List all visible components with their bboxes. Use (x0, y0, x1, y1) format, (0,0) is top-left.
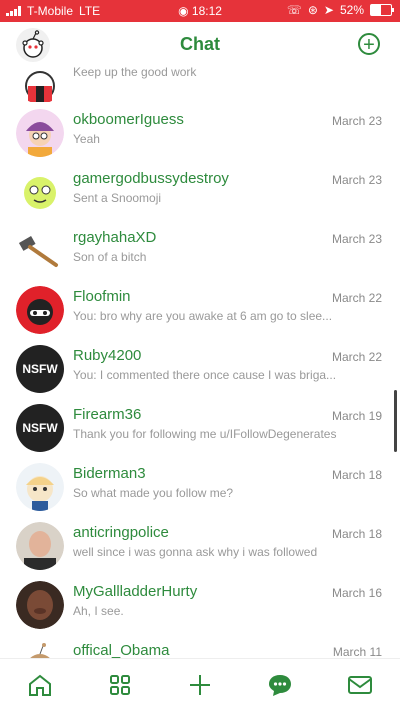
chat-row[interactable]: anticringpolice March 18 well since i wa… (0, 518, 400, 576)
chat-date: March 23 (331, 173, 382, 187)
chat-preview: Ah, I see. (73, 604, 124, 618)
chat-row[interactable]: Biderman3 March 18 So what made you foll… (0, 459, 400, 517)
avatar (16, 581, 64, 629)
scrollbar[interactable] (394, 390, 397, 452)
new-chat-button[interactable]: + (358, 33, 380, 55)
chat-username: okboomerIguess (73, 111, 184, 128)
battery-icon (370, 4, 394, 16)
avatar (16, 109, 64, 157)
nsfw-avatar: NSFW (16, 404, 64, 452)
chat-preview: You: I commented there once cause I was … (73, 368, 337, 382)
avatar (16, 168, 64, 216)
chat-date: March 16 (331, 586, 382, 600)
hammer-icon (16, 227, 64, 275)
create-icon[interactable] (186, 673, 214, 697)
chat-date: March 23 (331, 232, 382, 246)
chat-date: March 22 (331, 350, 382, 364)
chat-preview: So what made you follow me? (73, 486, 234, 500)
chat-username: Ruby4200 (73, 347, 142, 364)
chat-date: March 22 (331, 291, 382, 305)
chat-date: March 11 (332, 645, 382, 658)
chat-preview: well since i was gonna ask why i was fol… (73, 545, 318, 559)
chat-username: MyGallladderHurty (73, 583, 198, 600)
lock-rotation-icon: ⊛ (307, 3, 318, 17)
chat-preview: Keep up the good work (73, 65, 197, 79)
status-time: 18:12 (191, 4, 222, 18)
location-icon: ➤ (323, 3, 334, 17)
chat-row[interactable]: okboomerIguess March 23 Yeah (0, 105, 400, 163)
chat-preview: Thank you for following me u/IFollowDege… (73, 427, 337, 441)
chat-preview: Sent a Snoomoji (73, 191, 162, 205)
chat-date: March 18 (331, 527, 382, 541)
chat-row[interactable]: rgayhahaXD March 23 Son of a bitch (0, 223, 400, 281)
chat-username: rgayhahaXD (73, 229, 157, 246)
battery-percent: 52% (339, 3, 364, 17)
chat-preview: You: bro why are you awake at 6 am go to… (73, 309, 333, 323)
communities-icon[interactable] (106, 673, 134, 697)
chat-preview: Son of a bitch (73, 250, 147, 264)
chat-list: Keep up the good work okboomerIguess Mar… (0, 60, 400, 658)
call-icon: ☏ (286, 3, 302, 17)
chat-date: March 19 (331, 409, 382, 423)
chat-icon[interactable] (266, 673, 294, 697)
chat-username: Floofmin (73, 288, 131, 305)
page-title: Chat (180, 34, 220, 54)
status-bar: T-Mobile LTE ◉ 18:12 ☏ ⊛ ➤ 52% (0, 0, 400, 22)
chat-row[interactable]: offical_Obama March 11 (0, 636, 400, 658)
chat-username: offical_Obama (73, 642, 170, 658)
chat-row[interactable]: Keep up the good work (0, 60, 400, 110)
avatar (16, 286, 64, 334)
nsfw-avatar: NSFW (16, 345, 64, 393)
chat-username: Biderman3 (73, 465, 146, 482)
chat-date: March 23 (331, 114, 382, 128)
clock-icon: ◉ (178, 4, 189, 18)
avatar (16, 463, 64, 511)
snoo-avatar (16, 60, 64, 104)
chat-row[interactable]: NSFW Firearm36 March 19 Thank you for fo… (0, 400, 400, 458)
avatar (16, 522, 64, 570)
chat-row[interactable]: MyGallladderHurty March 16 Ah, I see. (0, 577, 400, 635)
inbox-icon[interactable] (346, 673, 374, 697)
avatar (16, 640, 64, 658)
bottom-tab-bar (0, 658, 400, 712)
home-icon[interactable] (26, 673, 54, 697)
chat-date: March 18 (331, 468, 382, 482)
chat-row[interactable]: Floofmin March 22 You: bro why are you a… (0, 282, 400, 340)
chat-username: gamergodbussydestroy (73, 170, 229, 187)
chat-username: Firearm36 (73, 406, 142, 423)
chat-username: anticringpolice (73, 524, 169, 541)
chat-row[interactable]: gamergodbussydestroy March 23 Sent a Sno… (0, 164, 400, 222)
chat-preview: Yeah (73, 132, 100, 146)
chat-row[interactable]: NSFW Ruby4200 March 22 You: I commented … (0, 341, 400, 399)
